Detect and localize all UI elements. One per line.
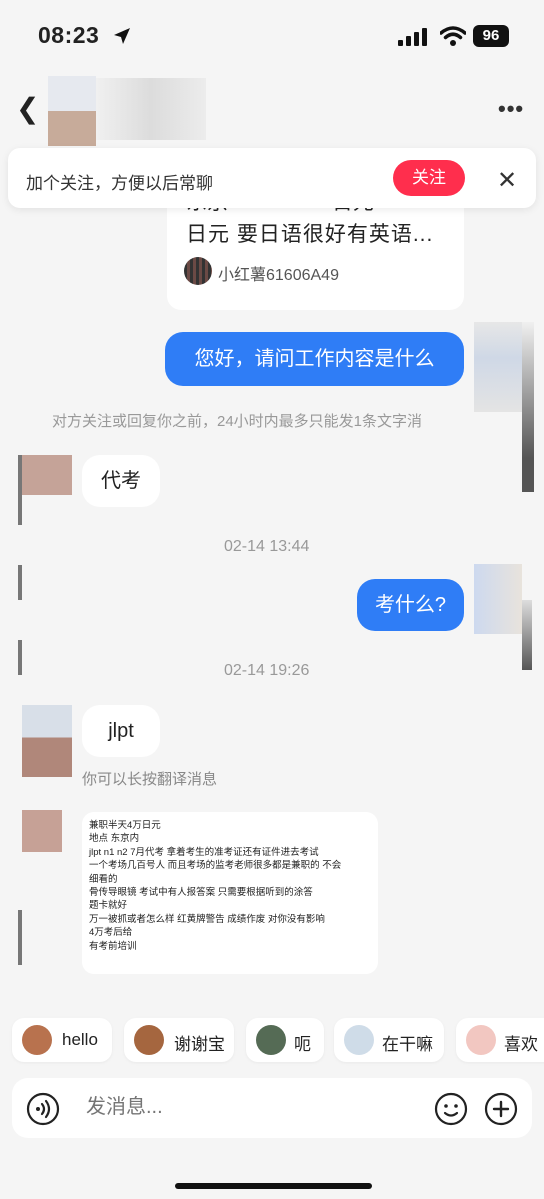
- quick-reply-label: 喜欢: [504, 1035, 538, 1054]
- card-author-name: 小红薯61606A49: [218, 267, 339, 284]
- back-icon[interactable]: ❮: [16, 92, 39, 125]
- my-avatar-blurred-2: [474, 564, 522, 634]
- wifi-icon: [440, 26, 466, 46]
- edge-fragment: [522, 322, 534, 492]
- emoji-icon[interactable]: [434, 1092, 468, 1126]
- image-message-text: 兼职半天4万日元 地点 东京内 jlpt n1 n2 7月代考 拿着考生的准考证…: [89, 820, 342, 952]
- my-avatar-blurred: [474, 322, 522, 412]
- cat-sticker-icon: [256, 1025, 286, 1055]
- timestamp: 02-14 13:44: [224, 538, 310, 555]
- quick-reply-label: 呃: [294, 1035, 311, 1054]
- avatar-edge: [18, 565, 22, 600]
- message-incoming[interactable]: jlpt: [82, 705, 160, 757]
- timestamp: 02-14 19:26: [224, 662, 310, 679]
- message-outgoing[interactable]: 考什么?: [357, 579, 464, 631]
- system-notice: 对方关注或回复你之前，24小时内最多只能发1条文字消: [52, 413, 423, 430]
- edge-fragment-2: [522, 600, 532, 670]
- username-blurred: [96, 78, 206, 140]
- avatar: [22, 705, 72, 777]
- monkey-sticker-icon: [22, 1025, 52, 1055]
- pig-sticker-icon: [344, 1025, 374, 1055]
- avatar-edge: [18, 910, 22, 965]
- signal-icon: [398, 28, 427, 46]
- follow-button[interactable]: 关注: [393, 160, 465, 196]
- location-arrow-icon: [114, 28, 130, 44]
- plus-icon[interactable]: [484, 1092, 518, 1126]
- message-incoming[interactable]: 代考: [82, 455, 160, 507]
- monkey-sticker-icon: [134, 1025, 164, 1055]
- card-author-avatar: [184, 257, 212, 285]
- quick-reply-label: hello: [62, 1030, 98, 1049]
- pig-sticker-icon: [466, 1025, 496, 1055]
- status-time: 08:23: [38, 22, 100, 48]
- message-outgoing[interactable]: 您好，请问工作内容是什么: [165, 332, 464, 386]
- quick-reply-label: 谢谢宝: [174, 1035, 225, 1054]
- home-indicator[interactable]: [175, 1183, 372, 1189]
- avatar[interactable]: [48, 76, 96, 146]
- avatar: [22, 810, 62, 852]
- avatar: [22, 455, 72, 495]
- voice-icon[interactable]: [26, 1092, 60, 1126]
- more-icon[interactable]: •••: [498, 96, 524, 122]
- avatar-edge: [18, 640, 22, 675]
- avatar-edge: [18, 455, 22, 525]
- follow-banner-text: 加个关注，方便以后常聊: [26, 174, 213, 193]
- card-title-line2: 日元 要日语很好有英语...: [186, 223, 434, 246]
- close-icon[interactable]: ✕: [497, 166, 517, 195]
- message-input[interactable]: [84, 1095, 418, 1120]
- quick-reply-label: 在干嘛: [382, 1035, 433, 1054]
- battery-indicator: 96: [473, 25, 509, 47]
- translate-hint: 你可以长按翻译消息: [82, 771, 218, 788]
